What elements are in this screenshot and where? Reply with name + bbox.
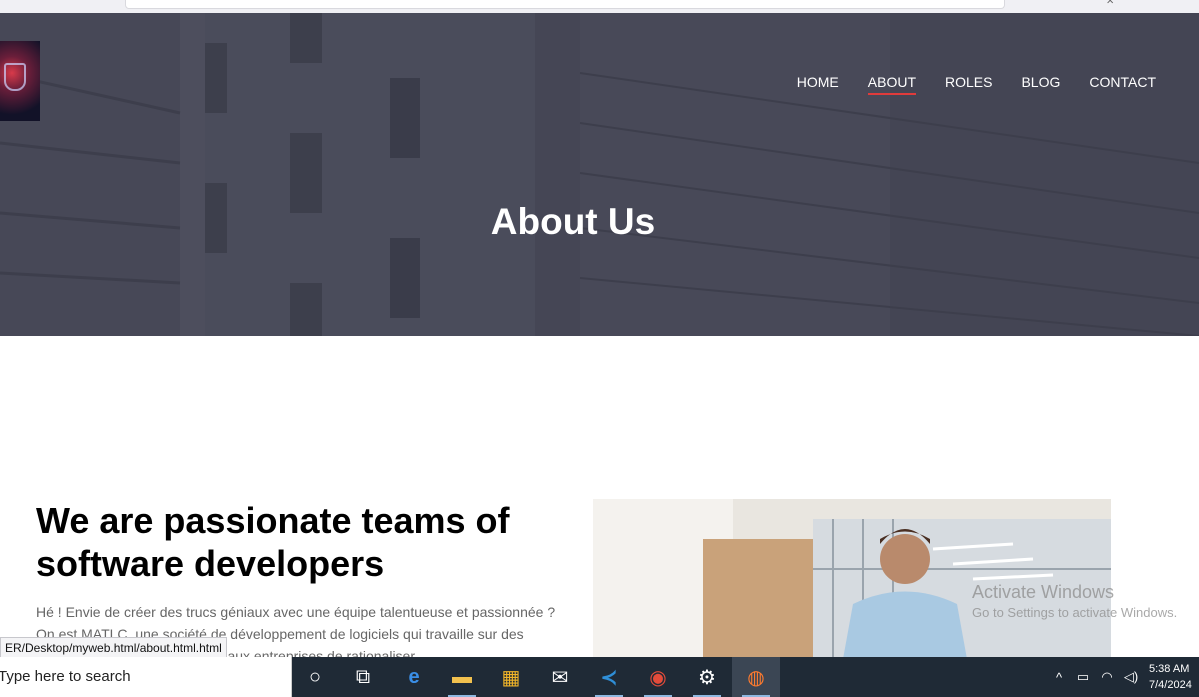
site-logo[interactable] <box>0 41 40 121</box>
nav-home[interactable]: HOME <box>797 74 839 95</box>
system-clock[interactable]: 5:38 AM 7/4/2024 <box>1143 661 1199 693</box>
team-photo <box>593 499 1111 659</box>
about-heading: We are passionate teams of software deve… <box>36 500 510 584</box>
firefox-icon[interactable]: ◍ <box>732 657 780 697</box>
nav-about[interactable]: ABOUT <box>867 74 916 95</box>
volume-icon[interactable]: ◁) <box>1119 669 1143 685</box>
windows-taskbar: Type here to search ○ ⧉ e ▬ ▦ ✉ ≺ ◉ ⚙ ◍ … <box>0 657 1199 697</box>
task-view-icon[interactable]: ⧉ <box>339 657 387 697</box>
page-title: About Us <box>490 201 656 242</box>
chrome-icon[interactable]: ◉ <box>634 657 682 697</box>
edge-icon[interactable]: e <box>390 657 438 697</box>
file-explorer-icon[interactable]: ▬ <box>438 657 486 697</box>
nav-contact[interactable]: CONTACT <box>1089 74 1156 95</box>
wifi-icon[interactable]: ◠ <box>1095 669 1119 685</box>
nav-blog[interactable]: BLOG <box>1021 74 1060 95</box>
activate-windows-watermark: Activate Windows Go to Settings to activ… <box>972 582 1177 620</box>
system-tray: ^ ▭ ◠ ◁) 5:38 AM 7/4/2024 <box>1047 657 1199 697</box>
clear-url-icon[interactable]: ✕ <box>1106 0 1114 7</box>
hero-overlay <box>0 13 1199 336</box>
main-nav: HOME ABOUT ROLES BLOG CONTACT <box>797 74 1156 95</box>
store-icon[interactable]: ▦ <box>487 657 535 697</box>
mail-icon[interactable]: ✉ <box>536 657 584 697</box>
browser-toolbar: ✕ <box>0 0 1199 14</box>
activate-subtitle: Go to Settings to activate Windows. <box>972 605 1178 620</box>
search-placeholder: Type here to search <box>0 668 131 685</box>
address-bar[interactable]: ✕ <box>125 0 1114 9</box>
cortana-icon[interactable]: ○ <box>291 657 339 697</box>
battery-icon[interactable]: ▭ <box>1071 669 1095 685</box>
vscode-icon[interactable]: ≺ <box>585 657 633 697</box>
clock-time: 5:38 AM <box>1149 663 1190 675</box>
activate-title: Activate Windows <box>972 582 1115 602</box>
status-bar-url: ER/Desktop/myweb.html/about.html.html <box>0 637 227 659</box>
taskbar-search-input[interactable]: Type here to search <box>0 657 292 697</box>
clock-date: 7/4/2024 <box>1149 679 1192 691</box>
nav-roles[interactable]: ROLES <box>945 74 992 95</box>
settings-icon[interactable]: ⚙ <box>683 657 731 697</box>
office-scene-image <box>593 499 1111 659</box>
show-hidden-icons-icon[interactable]: ^ <box>1047 670 1071 685</box>
hero-banner: HOME ABOUT ROLES BLOG CONTACT About Us <box>0 13 1199 336</box>
